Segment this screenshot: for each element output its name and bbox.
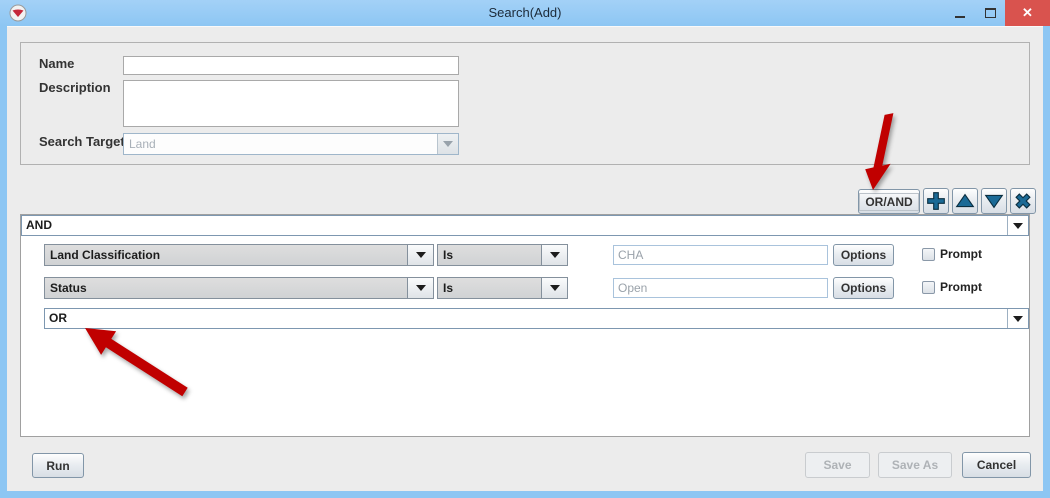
chevron-down-icon: [416, 285, 426, 291]
field-value: Land Classification: [50, 245, 160, 265]
move-down-button[interactable]: [981, 188, 1007, 214]
operator-dropdown[interactable]: Is: [437, 277, 568, 299]
chevron-down-icon: [416, 252, 426, 258]
triangle-down-icon: [982, 188, 1006, 214]
search-add-window: Search(Add) ✕ Name Description Search Ta…: [0, 0, 1050, 498]
delete-condition-button[interactable]: [1010, 188, 1036, 214]
save-button-label: Save: [823, 458, 851, 472]
x-delete-icon: [1011, 188, 1035, 214]
operator-value: Is: [443, 245, 453, 265]
move-up-button[interactable]: [952, 188, 978, 214]
condition-value-input[interactable]: [613, 245, 828, 265]
search-target-label: Search Target: [39, 134, 125, 149]
prompt-checkbox[interactable]: [922, 248, 935, 261]
description-input[interactable]: [123, 80, 459, 127]
cancel-button-label: Cancel: [977, 458, 1016, 472]
group-operator-dropdown-button[interactable]: [1007, 216, 1028, 235]
triangle-up-icon: [953, 188, 977, 214]
window-title: Search(Add): [0, 0, 1050, 26]
operator-value: Is: [443, 278, 453, 298]
chevron-down-icon: [550, 252, 560, 258]
operator-dropdown-button[interactable]: [541, 245, 567, 265]
minimize-button[interactable]: [945, 0, 975, 26]
options-button-label: Options: [841, 281, 886, 295]
maximize-icon: [985, 8, 996, 18]
cancel-button[interactable]: Cancel: [962, 452, 1031, 478]
description-label: Description: [39, 80, 111, 95]
annotation-arrow-to-or-row: [70, 320, 200, 405]
options-button-label: Options: [841, 248, 886, 262]
close-button[interactable]: ✕: [1005, 0, 1050, 26]
field-dropdown-button[interactable]: [407, 278, 433, 298]
chevron-down-icon: [1013, 223, 1023, 229]
prompt-label: Prompt: [940, 280, 982, 294]
operator-dropdown-button[interactable]: [541, 278, 567, 298]
prompt-checkbox[interactable]: [922, 281, 935, 294]
save-as-button-label: Save As: [892, 458, 938, 472]
sub-group-operator-dropdown-button[interactable]: [1007, 309, 1028, 328]
annotation-arrow-to-or-and-button: [855, 112, 905, 197]
search-target-dropdown: Land: [123, 133, 459, 155]
save-as-button: Save As: [878, 452, 952, 478]
prompt-label: Prompt: [940, 247, 982, 261]
options-button[interactable]: Options: [833, 244, 894, 266]
group-operator-dropdown[interactable]: AND: [21, 215, 1029, 236]
search-target-dropdown-button: [437, 134, 458, 154]
save-button: Save: [805, 452, 870, 478]
dialog-content: Name Description Search Target Land OR/A…: [7, 26, 1043, 491]
operator-dropdown[interactable]: Is: [437, 244, 568, 266]
title-bar[interactable]: Search(Add) ✕: [0, 0, 1050, 26]
plus-icon: [924, 188, 948, 214]
options-button[interactable]: Options: [833, 277, 894, 299]
condition-value-input[interactable]: [613, 278, 828, 298]
search-target-value: Land: [129, 134, 156, 154]
field-dropdown[interactable]: Land Classification: [44, 244, 434, 266]
chevron-down-icon: [550, 285, 560, 291]
run-button[interactable]: Run: [32, 453, 84, 478]
chevron-down-icon: [443, 141, 453, 147]
sub-group-operator-value: OR: [49, 309, 67, 328]
group-operator-value: AND: [26, 216, 52, 235]
field-dropdown-button[interactable]: [407, 245, 433, 265]
name-input[interactable]: [123, 56, 459, 75]
chevron-down-icon: [1013, 316, 1023, 322]
maximize-button[interactable]: [975, 0, 1005, 26]
add-condition-button[interactable]: [923, 188, 949, 214]
close-icon: ✕: [1022, 5, 1033, 21]
name-label: Name: [39, 56, 74, 71]
field-dropdown[interactable]: Status: [44, 277, 434, 299]
minimize-icon: [955, 16, 965, 18]
field-value: Status: [50, 278, 87, 298]
run-button-label: Run: [46, 459, 69, 473]
